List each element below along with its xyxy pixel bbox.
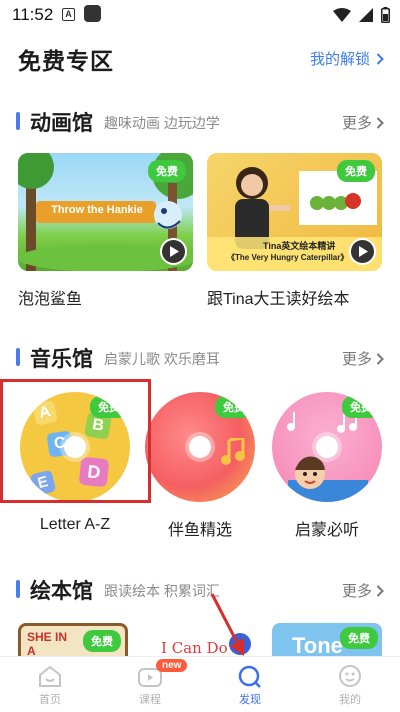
bottom-nav: 首页 new 课程 发现 我的 (0, 656, 400, 712)
free-badge: 免费 (337, 160, 375, 182)
music-note-icon (221, 438, 245, 465)
video-card-pao-pao-shark[interactable]: Throw the Hankie 免费 泡泡鲨鱼 (18, 153, 193, 309)
nav-label: 课程 (139, 694, 161, 706)
music-card-enlightenment[interactable]: 免费 启蒙必听 (272, 392, 382, 540)
book-cover-text: SHE IN A (27, 630, 68, 658)
free-badge: 免费 (340, 627, 378, 649)
nav-label: 我的 (339, 694, 361, 706)
more-picture-book-button[interactable]: 更多 (342, 580, 384, 601)
notification-square-icon (84, 5, 101, 22)
more-label: 更多 (341, 115, 372, 132)
video-title: 跟Tina大王读好绘本 (207, 291, 350, 308)
play-icon (349, 238, 376, 265)
free-badge: 免费 (342, 396, 380, 418)
music-title: 伴鱼精选 (167, 522, 232, 539)
page-title: 免费专区 (18, 48, 114, 74)
section-title: 动画馆 (30, 112, 93, 135)
my-unlocks-link[interactable]: 我的解锁 (310, 48, 384, 69)
video-thumb-text-line2: 《The Very Hungry Caterpillar》 (227, 253, 349, 262)
more-music-button[interactable]: 更多 (342, 348, 384, 369)
nav-discover[interactable]: 发现 (200, 657, 300, 712)
video-thumb-text: Throw the Hankie (51, 204, 143, 216)
section-music-header: 音乐馆 启蒙儿歌 欢乐磨耳 更多 (16, 343, 384, 373)
discover-icon (238, 665, 261, 688)
section-accent-bar (16, 580, 20, 598)
free-badge: 免费 (215, 396, 253, 418)
disc-center (316, 436, 338, 458)
chevron-right-icon (376, 352, 384, 365)
section-subtitle: 启蒙儿歌 欢乐磨耳 (104, 351, 220, 367)
section-subtitle: 趣味动画 边玩边学 (104, 115, 220, 131)
music-title: Letter A-Z (39, 516, 111, 533)
video-thumbnail: Tina英文绘本精讲 《The Very Hungry Caterpillar》… (207, 153, 382, 271)
status-time: 11:52 (12, 5, 54, 24)
music-card-banyu-picks[interactable]: 免费 伴鱼精选 (145, 392, 255, 540)
more-label: 更多 (341, 583, 372, 600)
music-title: 启蒙必听 (294, 522, 359, 539)
chevron-right-icon (376, 52, 384, 65)
chevron-right-icon (376, 116, 384, 129)
my-unlocks-label: 我的解锁 (309, 51, 370, 68)
signal-icon (359, 8, 373, 22)
nav-profile[interactable]: 我的 (300, 657, 400, 712)
nav-course[interactable]: new 课程 (100, 657, 200, 712)
section-title: 音乐馆 (30, 348, 93, 371)
annotation-arrow (210, 593, 244, 656)
section-animation-header: 动画馆 趣味动画 边玩边学 更多 (16, 107, 384, 137)
video-card-tina-books[interactable]: Tina英文绘本精讲 《The Very Hungry Caterpillar》… (207, 153, 382, 309)
nav-home[interactable]: 首页 (0, 657, 100, 712)
chevron-right-icon (376, 584, 384, 597)
home-icon (39, 665, 61, 687)
video-thumb-text-line1: Tina英文绘本精讲 (263, 241, 336, 251)
video-thumbnail: Throw the Hankie 免费 (18, 153, 193, 271)
status-bar: 11:52 A (0, 0, 400, 30)
nav-label: 首页 (39, 694, 61, 706)
play-icon (160, 238, 187, 265)
notification-a-icon: A (62, 8, 75, 21)
more-label: 更多 (341, 351, 372, 368)
section-title: 绘本馆 (30, 580, 93, 603)
free-badge: 免费 (148, 160, 186, 182)
section-accent-bar (16, 348, 20, 366)
highlight-annotation-box (0, 379, 151, 503)
disc-center (189, 436, 211, 458)
battery-icon (381, 7, 390, 23)
wifi-icon (333, 8, 351, 22)
nav-label: 发现 (239, 694, 261, 706)
album-disc: 免费 (272, 392, 382, 502)
section-accent-bar (16, 112, 20, 130)
more-animation-button[interactable]: 更多 (342, 112, 384, 133)
status-icons (333, 5, 390, 25)
video-title: 泡泡鲨鱼 (18, 291, 83, 308)
new-badge: new (156, 659, 188, 672)
album-disc: 免费 (145, 392, 255, 502)
free-badge: 免费 (83, 630, 121, 652)
profile-icon (339, 665, 361, 687)
